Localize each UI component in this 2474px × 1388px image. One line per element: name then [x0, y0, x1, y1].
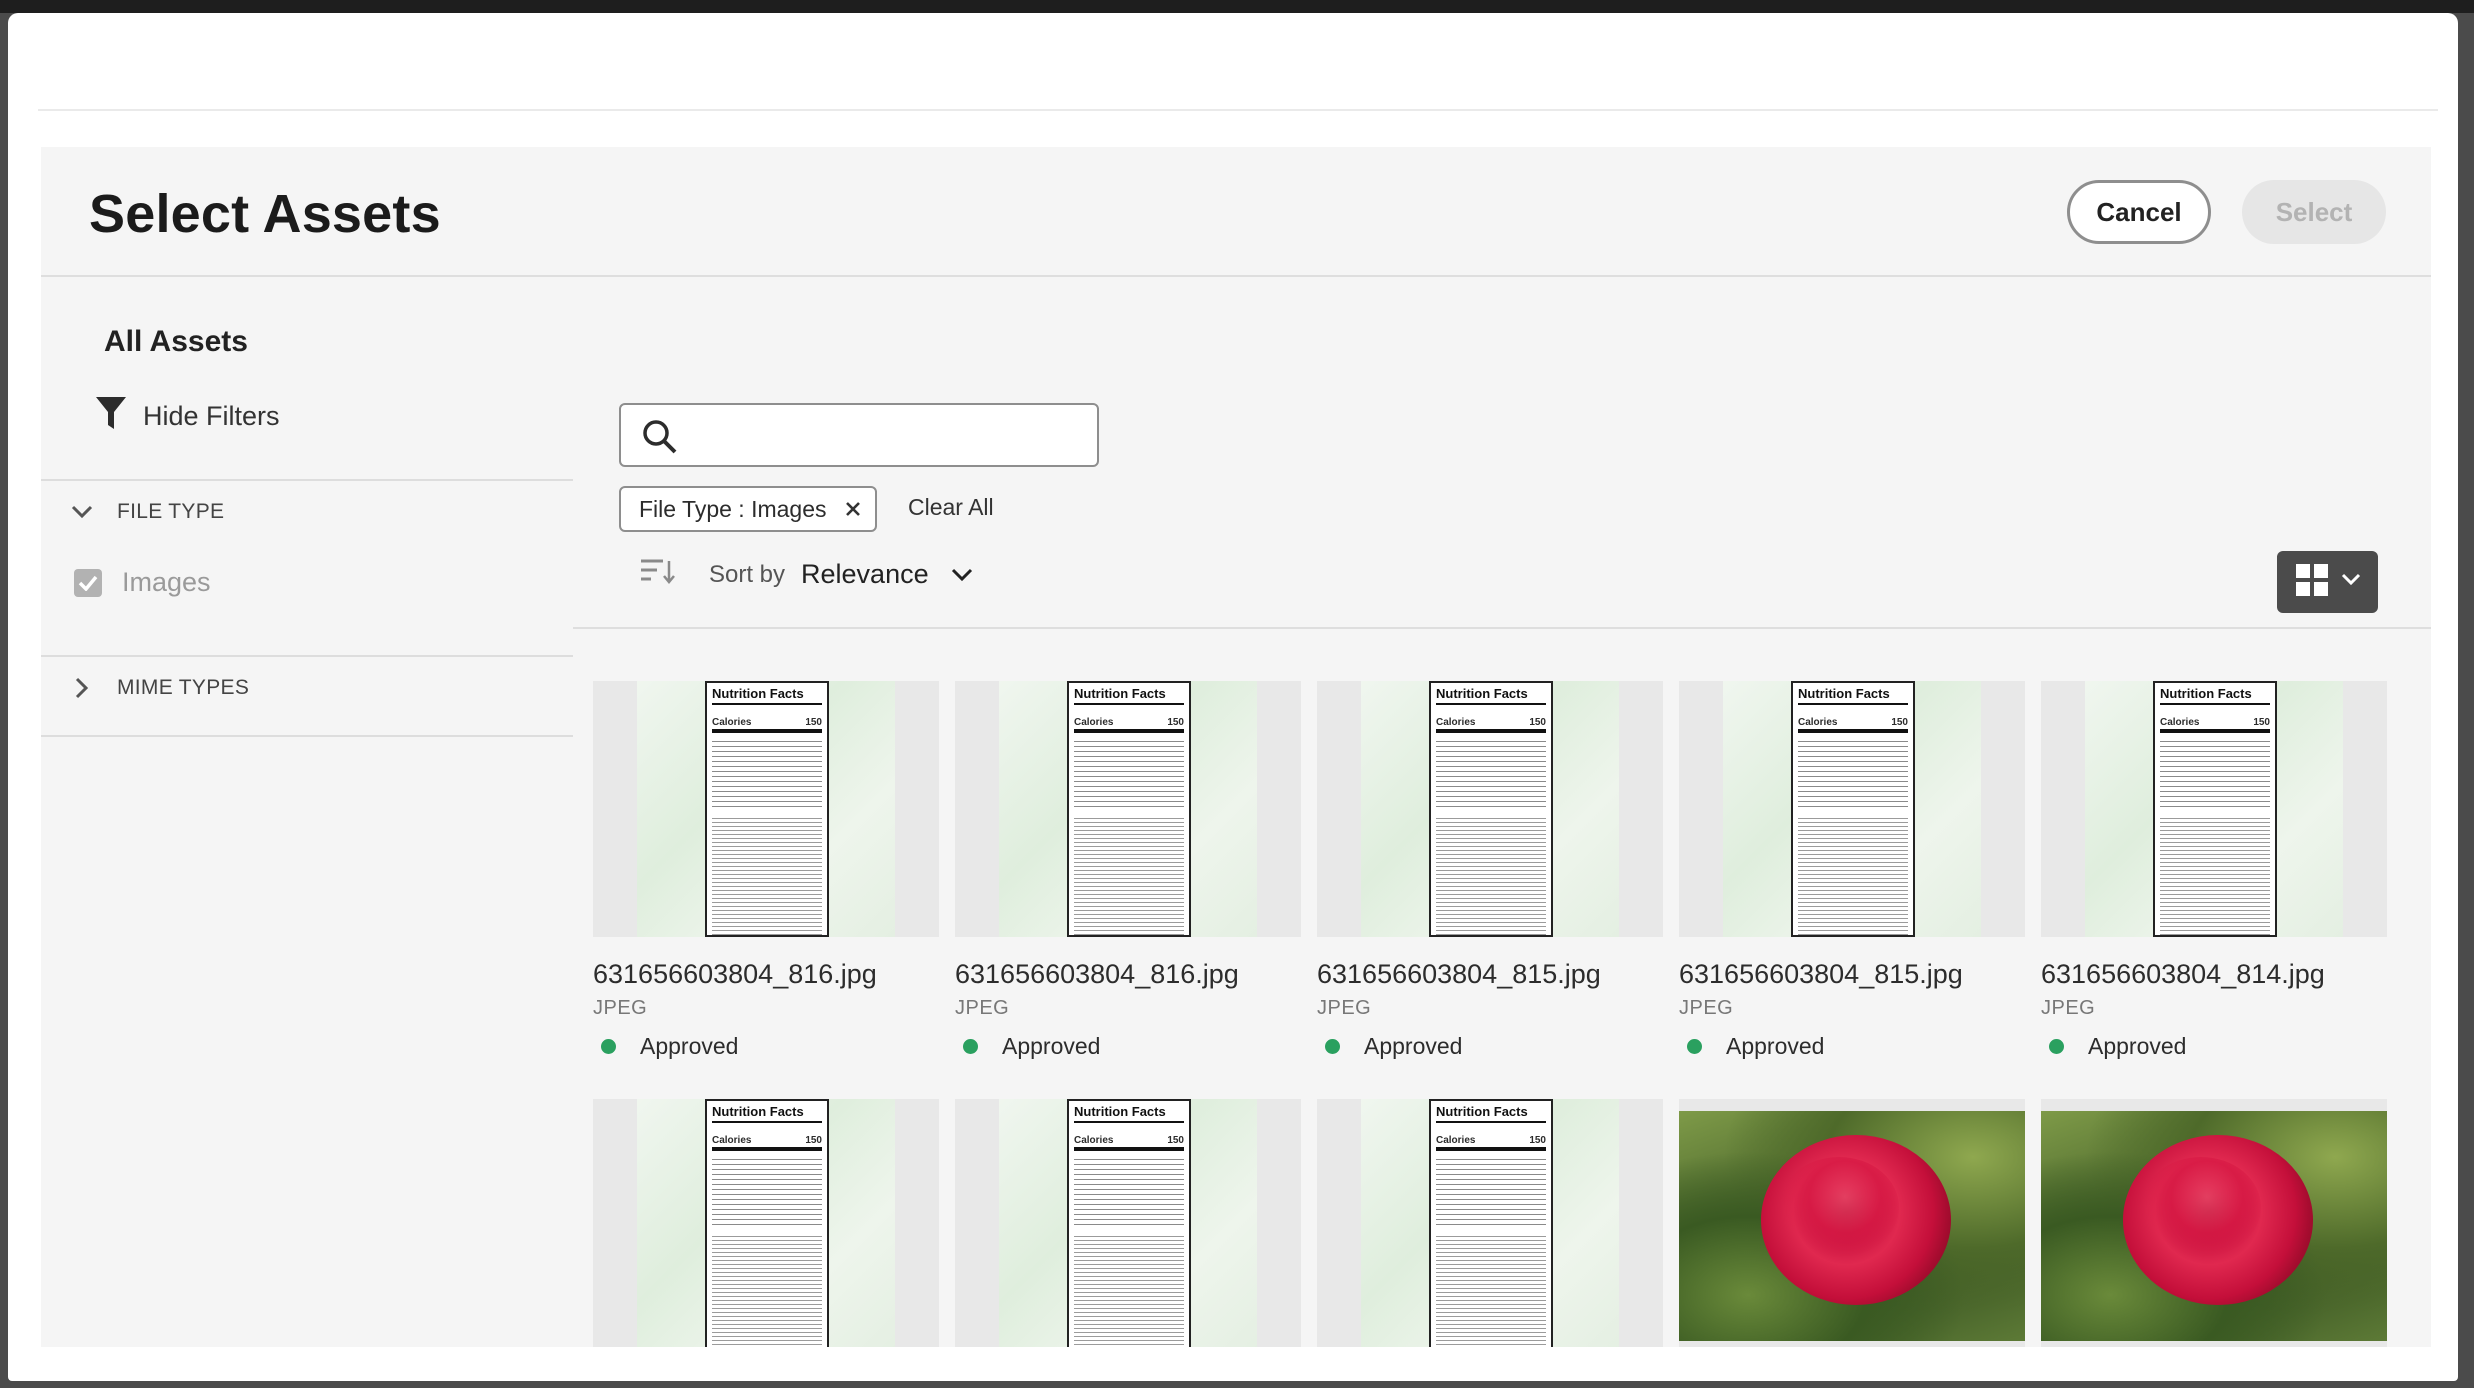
- status-dot-icon: [2049, 1039, 2064, 1054]
- asset-filename: 631656603804_815.jpg: [1679, 959, 1963, 989]
- filter-funnel-icon: [95, 395, 127, 438]
- asset-thumbnail: Nutrition Facts Calories 150: [593, 681, 939, 937]
- asset-status: Approved: [1325, 1033, 1462, 1060]
- images-filter-option[interactable]: Images: [74, 567, 211, 598]
- sort-value-dropdown[interactable]: Relevance: [801, 559, 929, 590]
- checkbox-checked-icon[interactable]: [74, 568, 102, 597]
- file-type-section-label: FILE TYPE: [117, 500, 225, 523]
- asset-filename: 631656603804_816.jpg: [955, 959, 1239, 989]
- status-dot-icon: [1325, 1039, 1340, 1054]
- hide-filters-button[interactable]: Hide Filters: [95, 395, 280, 438]
- asset-filename: 631656603804_816.jpg: [593, 959, 877, 989]
- all-assets-heading: All Assets: [104, 325, 248, 358]
- chevron-down-icon[interactable]: [951, 561, 973, 589]
- search-input[interactable]: [619, 403, 1099, 467]
- asset-thumbnail: Nutrition Facts Calories 150: [1317, 681, 1663, 937]
- nutrition-label-image: Nutrition Facts Calories 150: [1791, 681, 1915, 937]
- asset-thumbnail: [1679, 1099, 2025, 1347]
- asset-thumbnail: Nutrition Facts Calories 150: [1317, 1099, 1663, 1347]
- asset-grid: Nutrition Facts Calories 150 631656603804…: [573, 627, 2431, 1347]
- filter-chip-label: File Type : Images: [639, 495, 827, 522]
- grid-view-icon: [2295, 563, 2329, 602]
- mime-types-section-toggle[interactable]: MIME TYPES: [69, 675, 249, 701]
- asset-filetype: JPEG: [1679, 997, 1734, 1019]
- status-dot-icon: [1687, 1039, 1702, 1054]
- hide-filters-label: Hide Filters: [143, 401, 280, 431]
- asset-filetype: JPEG: [955, 997, 1010, 1019]
- asset-status: Approved: [963, 1033, 1100, 1060]
- dialog-header: Select Assets Cancel Select: [41, 147, 2431, 277]
- view-mode-button[interactable]: [2277, 551, 2378, 613]
- asset-thumbnail: Nutrition Facts Calories 150: [2041, 681, 2387, 937]
- status-dot-icon: [963, 1039, 978, 1054]
- asset-status: Approved: [1687, 1033, 1824, 1060]
- dialog-top-divider: [38, 109, 2438, 111]
- dialog-title: Select Assets: [89, 184, 441, 244]
- nutrition-label-image: Nutrition Facts Calories 150: [1067, 1099, 1191, 1347]
- select-assets-dialog: Select Assets Cancel Select All Assets H…: [8, 13, 2458, 1381]
- status-dot-icon: [601, 1039, 616, 1054]
- chevron-right-icon: [69, 675, 95, 701]
- nutrition-label-image: Nutrition Facts Calories 150: [705, 1099, 829, 1347]
- window-top-bar: [0, 0, 2474, 13]
- asset-status: Approved: [2049, 1033, 2186, 1060]
- nutrition-label-image: Nutrition Facts Calories 150: [1429, 1099, 1553, 1347]
- asset-filetype: JPEG: [1317, 997, 1372, 1019]
- nutrition-label-image: Nutrition Facts Calories 150: [1429, 681, 1553, 937]
- asset-filetype: JPEG: [2041, 997, 2096, 1019]
- remove-filter-icon[interactable]: [845, 496, 861, 523]
- chevron-down-icon: [2341, 573, 2361, 591]
- asset-selector-panel: Select Assets Cancel Select All Assets H…: [41, 147, 2431, 1347]
- search-icon: [641, 418, 679, 461]
- sidebar-divider: [41, 655, 573, 657]
- images-filter-label: Images: [122, 567, 211, 597]
- sidebar-divider: [41, 735, 573, 737]
- sort-control: Sort by Relevance: [639, 557, 973, 592]
- chevron-down-icon: [69, 499, 95, 525]
- asset-thumbnail: Nutrition Facts Calories 150: [955, 1099, 1301, 1347]
- nutrition-label-image: Nutrition Facts Calories 150: [705, 681, 829, 937]
- nutrition-label-image: Nutrition Facts Calories 150: [2153, 681, 2277, 937]
- sort-order-icon[interactable]: [639, 557, 675, 592]
- asset-status: Approved: [601, 1033, 738, 1060]
- asset-thumbnail: Nutrition Facts Calories 150: [1679, 681, 2025, 937]
- asset-thumbnail: Nutrition Facts Calories 150: [593, 1099, 939, 1347]
- clear-all-link[interactable]: Clear All: [908, 494, 994, 521]
- asset-thumbnail: Nutrition Facts Calories 150: [955, 681, 1301, 937]
- filter-sidebar: All Assets Hide Filters FILE TYPE Images: [41, 277, 573, 1347]
- cancel-button[interactable]: Cancel: [2067, 180, 2211, 244]
- asset-filetype: JPEG: [593, 997, 648, 1019]
- mime-types-section-label: MIME TYPES: [117, 676, 250, 699]
- file-type-filter-chip: File Type : Images: [619, 486, 877, 532]
- asset-filename: 631656603804_814.jpg: [2041, 959, 2325, 989]
- sidebar-divider: [41, 479, 573, 481]
- select-button[interactable]: Select: [2242, 180, 2386, 244]
- file-type-section-toggle[interactable]: FILE TYPE: [69, 499, 224, 525]
- asset-thumbnail: [2041, 1099, 2387, 1347]
- nutrition-label-image: Nutrition Facts Calories 150: [1067, 681, 1191, 937]
- sort-by-label: Sort by: [709, 560, 786, 588]
- asset-filename: 631656603804_815.jpg: [1317, 959, 1601, 989]
